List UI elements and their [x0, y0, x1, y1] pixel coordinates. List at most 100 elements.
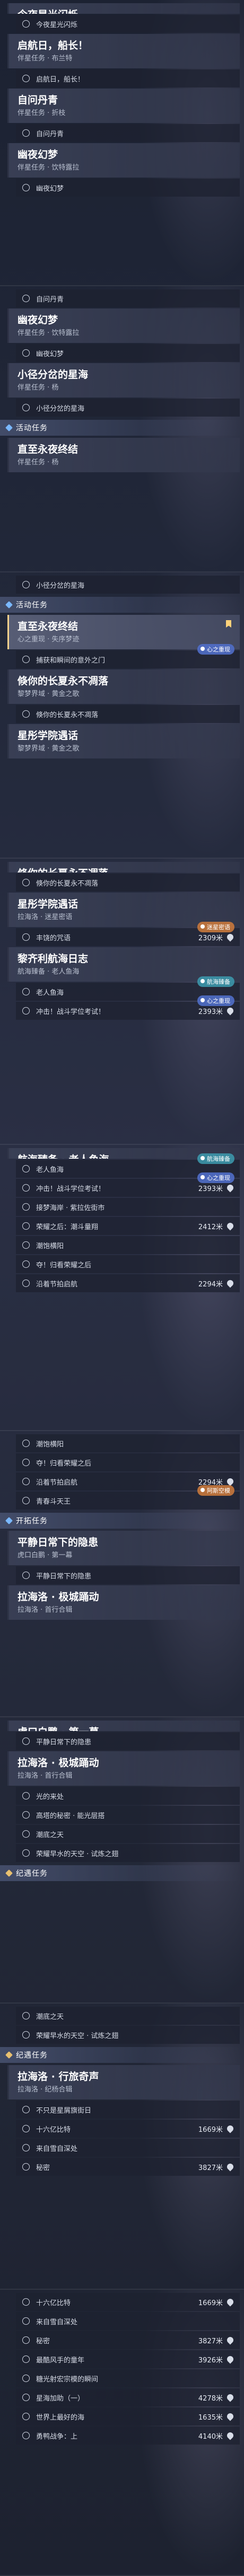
objective-row[interactable]: 青春斗天王 阿斯空模	[16, 1485, 240, 1510]
quest-card[interactable]: 今夜星光闪烁伴星任务 · 吉可可	[7, 3, 240, 14]
objective-row[interactable]: 荣耀早水的天空 · 试炼之翅	[16, 2026, 240, 2044]
quest-list: 航海臻备 · 老人鱼海老人鱼海航海臻备冲击！战斗学位考试！2393米心之重现接梦…	[0, 1145, 244, 1298]
objective-row[interactable]: 荣耀之后：潮斗量翔 2412米	[16, 1217, 240, 1235]
section-header: 活动任务	[0, 597, 244, 613]
location-pin-icon[interactable]	[225, 1183, 235, 1193]
quest-card[interactable]: 虎口白鹏 · 第一幕	[7, 1721, 240, 1731]
objective-row[interactable]: 高塔的秘密 · 能光层搭	[16, 1806, 240, 1824]
location-pin-icon[interactable]	[225, 2335, 235, 2345]
objective-row[interactable]: 光的来处	[16, 1787, 240, 1805]
objective-row[interactable]: 来自雪自深处	[16, 2312, 240, 2330]
objective-text: 沿着节拍启航	[36, 1478, 78, 1487]
quest-card[interactable]: 拉海洛 · 极城踊动 拉海洛 · 首行合辑	[7, 1751, 240, 1786]
objective-row[interactable]: 冲击！战斗学位考试！ 2393米 心之重现	[16, 995, 240, 1020]
objective-text: 荣耀早水的天空 · 试炼之翅	[36, 1850, 119, 1858]
objective-row[interactable]: 平静日常下的隐患	[16, 1732, 240, 1750]
objective-row[interactable]: 潮底之天	[16, 2007, 240, 2025]
objective-row[interactable]: 十六亿比特 1669米	[16, 2293, 240, 2311]
objective-row[interactable]: 世界上最好的海 1635米	[16, 2407, 240, 2425]
quest-title: 倏你的长夏永不凋落	[18, 675, 109, 687]
objective-circle-icon	[22, 1165, 30, 1172]
quest-card[interactable]: 幽夜幻梦 伴星任务 · 饮特露拉	[7, 308, 240, 343]
location-pin-icon[interactable]	[225, 1278, 235, 1288]
objective-row[interactable]: 幽夜幻梦	[16, 179, 240, 197]
section-header-label: 开拓任务	[16, 1517, 48, 1525]
location-pin-icon[interactable]	[225, 2124, 235, 2133]
quest-card[interactable]: 小径分岔的星海 伴星任务 · 杨	[7, 363, 240, 398]
objective-row[interactable]: 夺！归看荣耀之后	[16, 1255, 240, 1273]
location-pin-icon[interactable]	[225, 1006, 235, 1016]
quest-subtitle: 航海臻备 · 老人鱼海	[18, 968, 80, 976]
objective-row[interactable]: 丰饶的咒语 2309米 迷星密语	[16, 922, 240, 946]
location-pin-icon[interactable]	[225, 2354, 235, 2364]
objective-row[interactable]: 夺！归看荣耀之后	[16, 1453, 240, 1471]
objective-row[interactable]: 小径分岔的星海	[16, 576, 240, 594]
objective-row[interactable]: 今夜星光闪烁	[16, 15, 240, 33]
quest-subtitle: 伴星任务 · 杨	[18, 384, 59, 392]
quest-subtitle: 拉海洛 · 纪杨合辑	[18, 2086, 73, 2094]
objective-row[interactable]: 平静日常下的隐患	[16, 1566, 240, 1584]
quest-card[interactable]: 星彤学院遇话 黎梦界域 · 黄金之歌	[7, 724, 240, 758]
objective-circle-icon	[22, 1737, 30, 1745]
location-pin-icon[interactable]	[225, 1221, 235, 1231]
objective-row[interactable]: 启航日，船长！	[16, 69, 240, 87]
quest-card[interactable]: 自问丹青 伴星任务 · 折枝	[7, 89, 240, 123]
quest-card[interactable]: 直至永夜终结 伴星任务 · 杨	[7, 438, 240, 472]
section-header: 开拓任务	[0, 1513, 244, 1529]
objective-row[interactable]: 自问丹青	[16, 124, 240, 142]
quest-list: 潮饱横阳 夺！归看荣耀之后 沿着节拍启航 2294米 青春斗天王 阿斯空模 开拓任务 平静日常…	[0, 1431, 244, 1625]
objective-text: 倏你的长夏永不凋落	[36, 711, 99, 719]
location-pin-icon[interactable]	[225, 2162, 235, 2172]
location-pin-icon[interactable]	[225, 2393, 235, 2402]
quest-card[interactable]: 倏你的长夏永不凋落黎梦界域 · 黄金之歌	[7, 862, 240, 872]
objective-distance: 3827米	[198, 2164, 223, 2172]
quest-title: 拉海洛 · 行旅奇声	[18, 2071, 99, 2083]
location-pin-icon[interactable]	[225, 2431, 235, 2440]
objective-row[interactable]: 自问丹青	[16, 289, 240, 307]
objective-row[interactable]: 荣耀早水的天空 · 试炼之翅	[16, 1844, 240, 1862]
objective-row[interactable]: 冲击！战斗学位考试！ 2393米 心之重现	[16, 1172, 240, 1197]
objective-row[interactable]: 幽夜幻梦	[16, 344, 240, 362]
location-pin-icon[interactable]	[225, 932, 235, 942]
objective-row[interactable]: 倏你的长夏永不凋落	[16, 705, 240, 723]
quest-card[interactable]: 平静日常下的隐患 虎口白鹏 · 第一幕	[7, 1531, 240, 1565]
objective-row[interactable]: 小径分岔的星海	[16, 399, 240, 417]
objective-row[interactable]: 最酷风手的童年 3926米	[16, 2350, 240, 2368]
objective-row[interactable]: 不只是星屑旗街日	[16, 2101, 240, 2119]
objective-circle-icon	[22, 1478, 30, 1485]
objective-distance: 1635米	[198, 2413, 223, 2422]
objective-row[interactable]: 捕获和瞬间的意外之门 心之重现	[16, 644, 240, 668]
objective-circle-icon	[22, 1572, 30, 1579]
objective-row[interactable]: 十六亿比特 1669米	[16, 2120, 240, 2138]
quest-card[interactable]: 启航日，船长！ 伴星任务 · 布兰特	[7, 34, 240, 68]
quest-card[interactable]: 拉海洛 · 行旅奇声拉海洛 · 纪杨合辑	[7, 2065, 240, 2099]
quest-card[interactable]: 拉海洛 · 极城踊动 拉海洛 · 首行合辑	[7, 1585, 240, 1620]
objective-row[interactable]: 潮底之天	[16, 1825, 240, 1843]
quest-list: 倏你的长夏永不凋落黎梦界域 · 黄金之歌倏你的长夏永不凋落星彤学院遇话拉海洛 ·…	[0, 859, 244, 1025]
section-header-label: 活动任务	[16, 601, 48, 610]
location-pin-icon[interactable]	[225, 2297, 235, 2307]
quest-card[interactable]: 幽夜幻梦 伴星任务 · 饮特露拉	[7, 143, 240, 178]
objective-row[interactable]: 倏你的长夏永不凋落	[16, 874, 240, 892]
quest-card[interactable]: 倏你的长夏永不凋落黎梦界域 · 黄金之歌	[7, 669, 240, 704]
objective-distance: 1669米	[198, 2299, 223, 2307]
objective-row[interactable]: 沿着节拍启航 2294米	[16, 1274, 240, 1292]
objective-row[interactable]: 潮饱横阳	[16, 1434, 240, 1452]
quest-subtitle: 黎梦界域 · 黄金之歌	[18, 690, 80, 698]
objective-row[interactable]: 糖光射宏宗模的瞬间	[16, 2369, 240, 2387]
objective-row[interactable]: 秘密 3827米	[16, 2331, 240, 2349]
quest-title: 虎口白鹏 · 第一幕	[18, 1726, 234, 1731]
objective-text: 丰饶的咒语	[36, 934, 71, 942]
objective-row[interactable]: 勇鸭战争：上 4140米	[16, 2427, 240, 2445]
objective-distance: 3827米	[198, 2337, 223, 2345]
objective-circle-icon	[22, 1830, 30, 1838]
objective-row[interactable]: 接梦海岸 · 紫拉佐街市	[16, 1198, 240, 1216]
quest-subtitle: 拉海洛 · 首行合辑	[18, 1606, 73, 1614]
location-pin-icon[interactable]	[225, 1477, 235, 1486]
objective-row[interactable]: 星海加助（一） 4278米	[16, 2388, 240, 2406]
objective-row[interactable]: 潮饱横阳	[16, 1236, 240, 1254]
objective-row[interactable]: 来自雪自深处	[16, 2139, 240, 2157]
location-pin-icon[interactable]	[225, 2412, 235, 2421]
objective-circle-icon	[22, 1280, 30, 1287]
objective-row[interactable]: 秘密 3827米	[16, 2158, 240, 2176]
